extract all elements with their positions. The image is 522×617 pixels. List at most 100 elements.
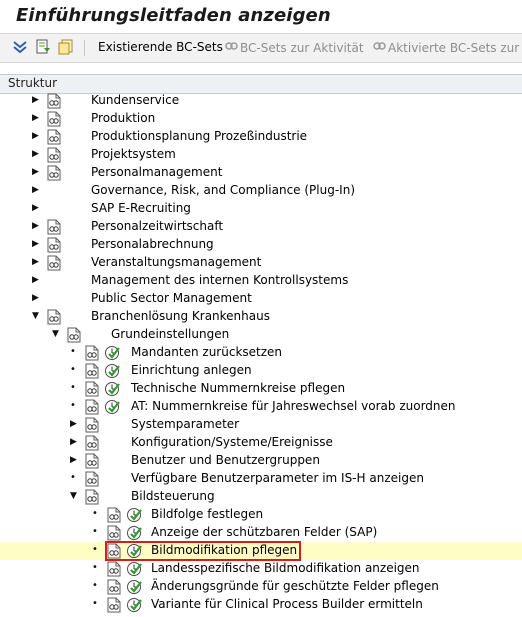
bullet-icon: • — [70, 346, 76, 357]
doc-copy-icon[interactable] — [58, 39, 74, 55]
tree-node[interactable]: ▶ Kundenservice — [0, 92, 522, 110]
execute-activity-icon[interactable] — [104, 345, 120, 361]
tree-node[interactable]: ▶ Projektsystem — [0, 146, 522, 164]
bullet-icon: • — [70, 472, 76, 483]
bullet-icon: • — [92, 580, 98, 591]
tree-node[interactable]: ▶ Veranstaltungsmanagement — [0, 254, 522, 272]
collapse-arrow-icon[interactable]: ▼ — [32, 310, 42, 322]
tree-node-label: Landesspezifische Bildmodifikation anzei… — [151, 561, 420, 575]
tree-node[interactable]: ▼ Branchenlösung Krankenhaus — [0, 308, 522, 326]
execute-activity-icon[interactable] — [126, 561, 142, 577]
expand-all-icon[interactable] — [12, 39, 28, 55]
collapse-arrow-icon[interactable]: ▼ — [70, 490, 80, 502]
doc-find-icon[interactable] — [35, 39, 51, 55]
toolbar-separator — [84, 40, 85, 56]
documentation-icon[interactable] — [46, 111, 62, 127]
documentation-icon[interactable] — [84, 363, 100, 379]
documentation-icon[interactable] — [106, 507, 122, 523]
tree-node-label: Governance, Risk, and Compliance (Plug-I… — [91, 183, 355, 197]
expand-arrow-icon[interactable]: ▶ — [32, 184, 42, 196]
tree-node[interactable]: ▶ SAP E-Recruiting — [0, 200, 522, 218]
expand-arrow-icon[interactable]: ▶ — [32, 256, 42, 268]
tree-node-label: Variante für Clinical Process Builder er… — [151, 597, 423, 611]
tree-node[interactable]: ▶ Produktionsplanung Prozeßindustrie — [0, 128, 522, 146]
tree-node[interactable]: ▼ Bildsteuerung — [0, 488, 522, 506]
documentation-icon[interactable] — [106, 525, 122, 541]
documentation-icon[interactable] — [84, 471, 100, 487]
tree-node[interactable]: ▶ Systemparameter — [0, 416, 522, 434]
tree-node[interactable]: • Änderungsgründe für geschützte Felder p… — [0, 578, 522, 596]
documentation-icon[interactable] — [46, 309, 62, 325]
collapse-arrow-icon[interactable]: ▼ — [52, 328, 62, 340]
tree-node[interactable]: ▶ Produktion — [0, 110, 522, 128]
tree-node[interactable]: • Verfügbare Benutzerparameter im IS-H an… — [0, 470, 522, 488]
expand-arrow-icon[interactable]: ▶ — [32, 148, 42, 160]
tree-node-label: Verfügbare Benutzerparameter im IS-H anz… — [131, 471, 424, 485]
expand-arrow-icon[interactable]: ▶ — [32, 274, 42, 286]
documentation-icon[interactable] — [46, 93, 62, 109]
tree-node-label: Bildfolge festlegen — [151, 507, 264, 521]
expand-arrow-icon[interactable]: ▶ — [32, 292, 42, 304]
tree-node[interactable]: • Mandanten zurücksetzen — [0, 344, 522, 362]
expand-arrow-icon[interactable]: ▶ — [32, 112, 42, 124]
documentation-icon[interactable] — [46, 255, 62, 271]
documentation-icon[interactable] — [84, 345, 100, 361]
tree-node-label: Produktionsplanung Prozeßindustrie — [91, 129, 308, 143]
activated-bc-sets-button[interactable]: Aktivierte BC-Sets zur A — [373, 40, 522, 55]
documentation-icon[interactable] — [46, 147, 62, 163]
documentation-icon[interactable] — [46, 219, 62, 235]
execute-activity-icon[interactable] — [126, 507, 142, 523]
documentation-icon[interactable] — [106, 597, 122, 613]
tree-node[interactable]: ▶ Management des internen Kontrollsystems — [0, 272, 522, 290]
expand-arrow-icon[interactable]: ▶ — [32, 166, 42, 178]
documentation-icon[interactable] — [106, 579, 122, 595]
execute-activity-icon[interactable] — [104, 363, 120, 379]
tree-node[interactable]: • Anzeige der schützbaren Felder (SAP) — [0, 524, 522, 542]
bc-sets-activity-button[interactable]: BC-Sets zur Aktivität — [225, 40, 364, 55]
expand-arrow-icon[interactable]: ▶ — [32, 130, 42, 142]
expand-arrow-icon[interactable]: ▶ — [32, 94, 42, 106]
existing-bc-sets-button[interactable]: Existierende BC-Sets — [98, 40, 223, 54]
execute-activity-icon[interactable] — [126, 579, 142, 595]
documentation-icon[interactable] — [84, 381, 100, 397]
tree-node[interactable]: ▶ Governance, Risk, and Compliance (Plug-… — [0, 182, 522, 200]
expand-arrow-icon[interactable]: ▶ — [70, 436, 80, 448]
tree-node-label: Konfiguration/Systeme/Ereignisse — [131, 435, 333, 449]
documentation-icon[interactable] — [84, 435, 100, 451]
tree-node[interactable]: ▶ Personalmanagement — [0, 164, 522, 182]
tree-node-label: Mandanten zurücksetzen — [131, 345, 283, 359]
tree-node[interactable]: • Einrichtung anlegen — [0, 362, 522, 380]
documentation-icon[interactable] — [46, 237, 62, 253]
expand-arrow-icon[interactable]: ▶ — [70, 418, 80, 430]
documentation-icon[interactable] — [106, 561, 122, 577]
expand-arrow-icon[interactable]: ▶ — [32, 220, 42, 232]
documentation-icon[interactable] — [84, 417, 100, 433]
tree-node[interactable]: ▶ Personalabrechnung — [0, 236, 522, 254]
tree-node[interactable]: • Technische Nummernkreise pflegen — [0, 380, 522, 398]
tree-node-label: Branchenlösung Krankenhaus — [91, 309, 270, 323]
tree-node[interactable]: • AT: Nummernkreise für Jahreswechsel vor… — [0, 398, 522, 416]
tree-node[interactable]: ▼ Grundeinstellungen — [0, 326, 522, 344]
tree-node[interactable]: ▶ Benutzer und Benutzergruppen — [0, 452, 522, 470]
execute-activity-icon[interactable] — [104, 399, 120, 415]
tree-node[interactable]: ▶ Personalzeitwirtschaft — [0, 218, 522, 236]
expand-arrow-icon[interactable]: ▶ — [70, 454, 80, 466]
documentation-icon[interactable] — [84, 453, 100, 469]
tree-node[interactable]: ▶ Konfiguration/Systeme/Ereignisse — [0, 434, 522, 452]
documentation-icon[interactable] — [66, 327, 82, 343]
documentation-icon[interactable] — [84, 399, 100, 415]
documentation-icon[interactable] — [46, 129, 62, 145]
tree-node[interactable]: ▶ Public Sector Management — [0, 290, 522, 308]
tree-node[interactable]: • Variante für Clinical Process Builder e… — [0, 596, 522, 614]
tree-node[interactable]: • Bildfolge festlegen — [0, 506, 522, 524]
structure-header-label: Struktur — [8, 76, 58, 90]
documentation-icon[interactable] — [46, 165, 62, 181]
documentation-icon[interactable] — [84, 489, 100, 505]
execute-activity-icon[interactable] — [126, 525, 142, 541]
expand-arrow-icon[interactable]: ▶ — [32, 202, 42, 214]
tree-node[interactable]: • Landesspezifische Bildmodifikation anze… — [0, 560, 522, 578]
execute-activity-icon[interactable] — [104, 381, 120, 397]
tree-node-label: SAP E-Recruiting — [91, 201, 191, 215]
expand-arrow-icon[interactable]: ▶ — [32, 238, 42, 250]
execute-activity-icon[interactable] — [126, 597, 142, 613]
